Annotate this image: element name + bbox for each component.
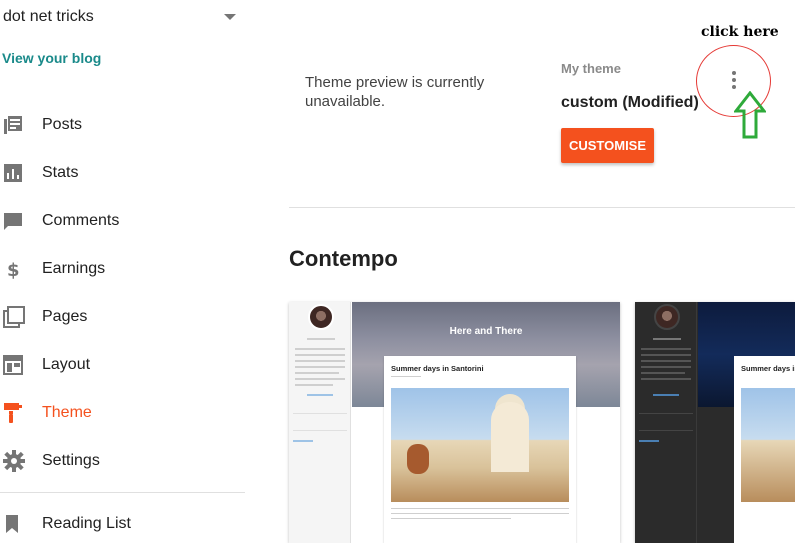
stats-icon	[0, 161, 30, 185]
sidebar-item-label: Reading List	[42, 515, 131, 532]
sidebar-item-layout[interactable]: Layout	[0, 350, 245, 380]
sidebar-item-stats[interactable]: Stats	[0, 158, 245, 188]
annotation-arrow-icon	[734, 91, 766, 139]
sidebar: dot net tricks View your blog Posts Stat…	[0, 0, 245, 543]
theme-family-title: Contempo	[289, 246, 398, 271]
main-content: Theme preview is currently unavailable. …	[245, 0, 795, 543]
svg-text:$: $	[7, 260, 20, 279]
card-sidebar	[289, 302, 351, 543]
more-options-icon[interactable]	[727, 68, 741, 92]
card-post-preview: Summer days in Santorini	[384, 356, 576, 543]
card-hero-title: Here and There	[449, 326, 523, 337]
card-sidebar	[635, 302, 697, 543]
card-post-photo	[391, 388, 569, 502]
card-post-title: Summer days in Santorini	[391, 364, 484, 373]
theme-card-light[interactable]: Here and There Summer days in Santorini	[289, 302, 620, 543]
comments-icon	[0, 209, 30, 233]
sidebar-item-label: Pages	[42, 308, 88, 325]
pages-icon	[0, 305, 30, 329]
sidebar-item-label: Settings	[42, 452, 100, 469]
dropdown-caret-icon[interactable]	[224, 14, 236, 20]
sidebar-item-label: Earnings	[42, 260, 106, 277]
theme-icon	[0, 401, 30, 425]
annotation-text: click here	[701, 24, 779, 40]
layout-icon	[0, 353, 30, 377]
bookmark-icon	[0, 512, 30, 536]
view-blog-link[interactable]: View your blog	[2, 50, 101, 66]
sidebar-item-reading-list[interactable]: Reading List	[0, 509, 245, 539]
sidebar-item-label: Layout	[42, 356, 91, 373]
sidebar-item-posts[interactable]: Posts	[0, 110, 245, 140]
sidebar-item-theme[interactable]: Theme	[0, 398, 245, 428]
card-post-title: Summer days in S	[741, 364, 795, 373]
sidebar-item-pages[interactable]: Pages	[0, 302, 245, 332]
section-divider	[289, 207, 795, 208]
card-post-preview: Summer days in S	[734, 356, 795, 543]
customise-button[interactable]: CUSTOMISE	[561, 128, 654, 163]
sidebar-divider	[0, 492, 245, 493]
gear-icon	[0, 449, 30, 473]
avatar	[654, 304, 680, 330]
theme-card-dark[interactable]: Summer days in S	[635, 302, 795, 543]
earnings-icon: $	[0, 257, 30, 281]
blog-name: dot net tricks	[3, 8, 94, 25]
sidebar-item-label: Comments	[42, 212, 120, 229]
sidebar-item-comments[interactable]: Comments	[0, 206, 245, 236]
theme-preview-message: Theme preview is currently unavailable.	[305, 74, 485, 110]
my-theme-label: My theme	[561, 61, 621, 76]
blog-selector[interactable]: dot net tricks	[3, 6, 239, 28]
current-theme-name: custom (Modified)	[561, 94, 699, 111]
card-post-photo	[741, 388, 795, 502]
sidebar-item-label: Posts	[42, 116, 83, 133]
avatar	[308, 304, 334, 330]
sidebar-item-earnings[interactable]: $ Earnings	[0, 254, 245, 284]
sidebar-item-settings[interactable]: Settings	[0, 446, 245, 476]
sidebar-item-label: Theme	[42, 404, 92, 421]
sidebar-item-label: Stats	[42, 164, 79, 181]
posts-icon	[0, 113, 30, 137]
